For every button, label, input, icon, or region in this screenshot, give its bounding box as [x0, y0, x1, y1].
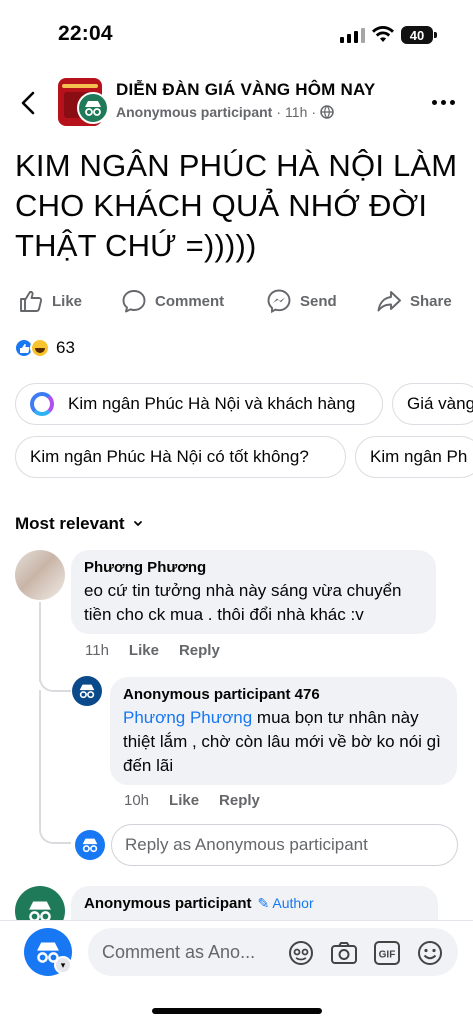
gif-icon[interactable]: GIF [372, 938, 402, 968]
reaction-summary[interactable]: 63 [14, 338, 75, 358]
profile-chevron-icon[interactable]: ▾ [54, 956, 72, 974]
reply-author-name[interactable]: Anonymous participant 476 [123, 686, 444, 703]
suggestion-text-3: Kim ngân Phúc Hà Nội có tốt không? [30, 447, 309, 466]
commenter-avatar[interactable] [15, 550, 65, 600]
like-button[interactable]: Like [18, 284, 82, 318]
avatar-sticker-icon[interactable] [286, 938, 316, 968]
wifi-icon [372, 26, 394, 42]
suggestion-chip-4[interactable]: Kim ngân Ph [355, 436, 473, 478]
post-author[interactable]: Anonymous participant [116, 104, 272, 120]
comment-like-button[interactable]: Like [129, 642, 159, 659]
haha-reaction-icon [30, 338, 50, 358]
back-arrow-icon[interactable] [18, 90, 40, 116]
messenger-icon [267, 289, 291, 314]
sort-label: Most relevant [15, 514, 125, 533]
send-button[interactable]: Send [266, 284, 337, 318]
thumbs-up-icon [20, 290, 43, 312]
share-arrow-icon [377, 291, 401, 312]
suggestion-chip-2[interactable]: Giá vàng [392, 383, 473, 425]
send-label: Send [300, 292, 337, 310]
post-text: KIM NGÂN PHÚC HÀ NỘI LÀM CHO KHÁCH QUẢ N… [15, 148, 458, 263]
svg-text:GIF: GIF [379, 950, 396, 961]
battery-tip [434, 32, 437, 38]
author-badge: ✎ Author [257, 895, 314, 911]
suggestion-chip-1[interactable]: Kim ngân Phúc Hà Nội và khách hàng [15, 383, 383, 425]
anonymous-avatar-icon[interactable] [72, 676, 102, 706]
like-label: Like [52, 292, 83, 310]
camera-icon[interactable] [329, 938, 359, 968]
post-actions: Like Comment Send Share [0, 284, 473, 318]
comment-time[interactable]: 11h [85, 642, 109, 659]
post-time[interactable]: 11h [285, 104, 307, 120]
suggestion-chip-3[interactable]: Kim ngân Phúc Hà Nội có tốt không? [15, 436, 346, 478]
suggestion-text-2: Giá vàng [407, 394, 473, 413]
comment-bubble-icon [122, 290, 146, 313]
globe-icon [320, 105, 334, 119]
suggestion-text-4: Kim ngân Ph [370, 447, 468, 466]
commenter-name-row: Anonymous participant ✎ Author [84, 895, 425, 912]
comment-placeholder: Comment as Ano... [102, 941, 256, 962]
home-indicator [152, 1008, 322, 1014]
reply-reply-button[interactable]: Reply [219, 792, 260, 809]
separator-dot: · [276, 104, 282, 120]
anonymous-avatar-icon [77, 92, 109, 124]
sort-dropdown[interactable]: Most relevant [15, 514, 143, 534]
post-meta: Anonymous participant · 11h · [116, 104, 334, 120]
reply-text-block: Phương Phương mua bọn tư nhân này thiệt … [123, 706, 444, 778]
meta-ai-icon [30, 392, 54, 416]
chevron-down-icon [133, 521, 142, 527]
separator-dot-2: · [311, 104, 317, 120]
share-button[interactable]: Share [376, 284, 452, 318]
status-time: 22:04 [58, 22, 113, 45]
reply-time[interactable]: 10h [124, 792, 149, 809]
mention-link[interactable]: Phương Phương [123, 708, 252, 727]
anonymous-avatar-icon [75, 830, 105, 860]
emoji-icon[interactable] [415, 938, 445, 968]
thread-branch [39, 676, 71, 692]
reply-bubble: Anonymous participant 476 Phương Phương … [110, 677, 457, 785]
reply-meta: 10h Like Reply [124, 792, 260, 809]
comment-meta: 11h Like Reply [85, 642, 220, 659]
reply-input[interactable]: Reply as Anonymous participant [111, 824, 458, 866]
thread-line [39, 602, 41, 682]
thread-line-2 [39, 690, 41, 820]
author-badge-label: Author [272, 895, 314, 911]
thread-branch-2 [39, 818, 71, 844]
comment-label: Comment [155, 292, 225, 310]
reply-like-button[interactable]: Like [169, 792, 199, 809]
comment-input[interactable]: Comment as Ano... [88, 928, 458, 976]
share-label: Share [410, 292, 452, 310]
more-options-icon[interactable] [432, 100, 455, 105]
reaction-count: 63 [56, 338, 75, 357]
battery-indicator: 40 [401, 26, 433, 44]
comment-text: eo cứ tin tưởng nhà này sáng vừa chuyển … [84, 581, 402, 624]
signal-icon [340, 27, 365, 43]
suggestion-text-1: Kim ngân Phúc Hà Nội và khách hàng [68, 394, 356, 413]
comment-button[interactable]: Comment [121, 284, 224, 318]
comment-bubble: Phương Phương eo cứ tin tưởng nhà này sá… [71, 550, 436, 634]
commenter-name-3[interactable]: Anonymous participant [84, 895, 252, 912]
group-name[interactable]: DIỄN ĐÀN GIÁ VÀNG HÔM NAY [116, 80, 375, 100]
comment-reply-button[interactable]: Reply [179, 642, 220, 659]
commenter-name[interactable]: Phương Phương [84, 559, 423, 576]
